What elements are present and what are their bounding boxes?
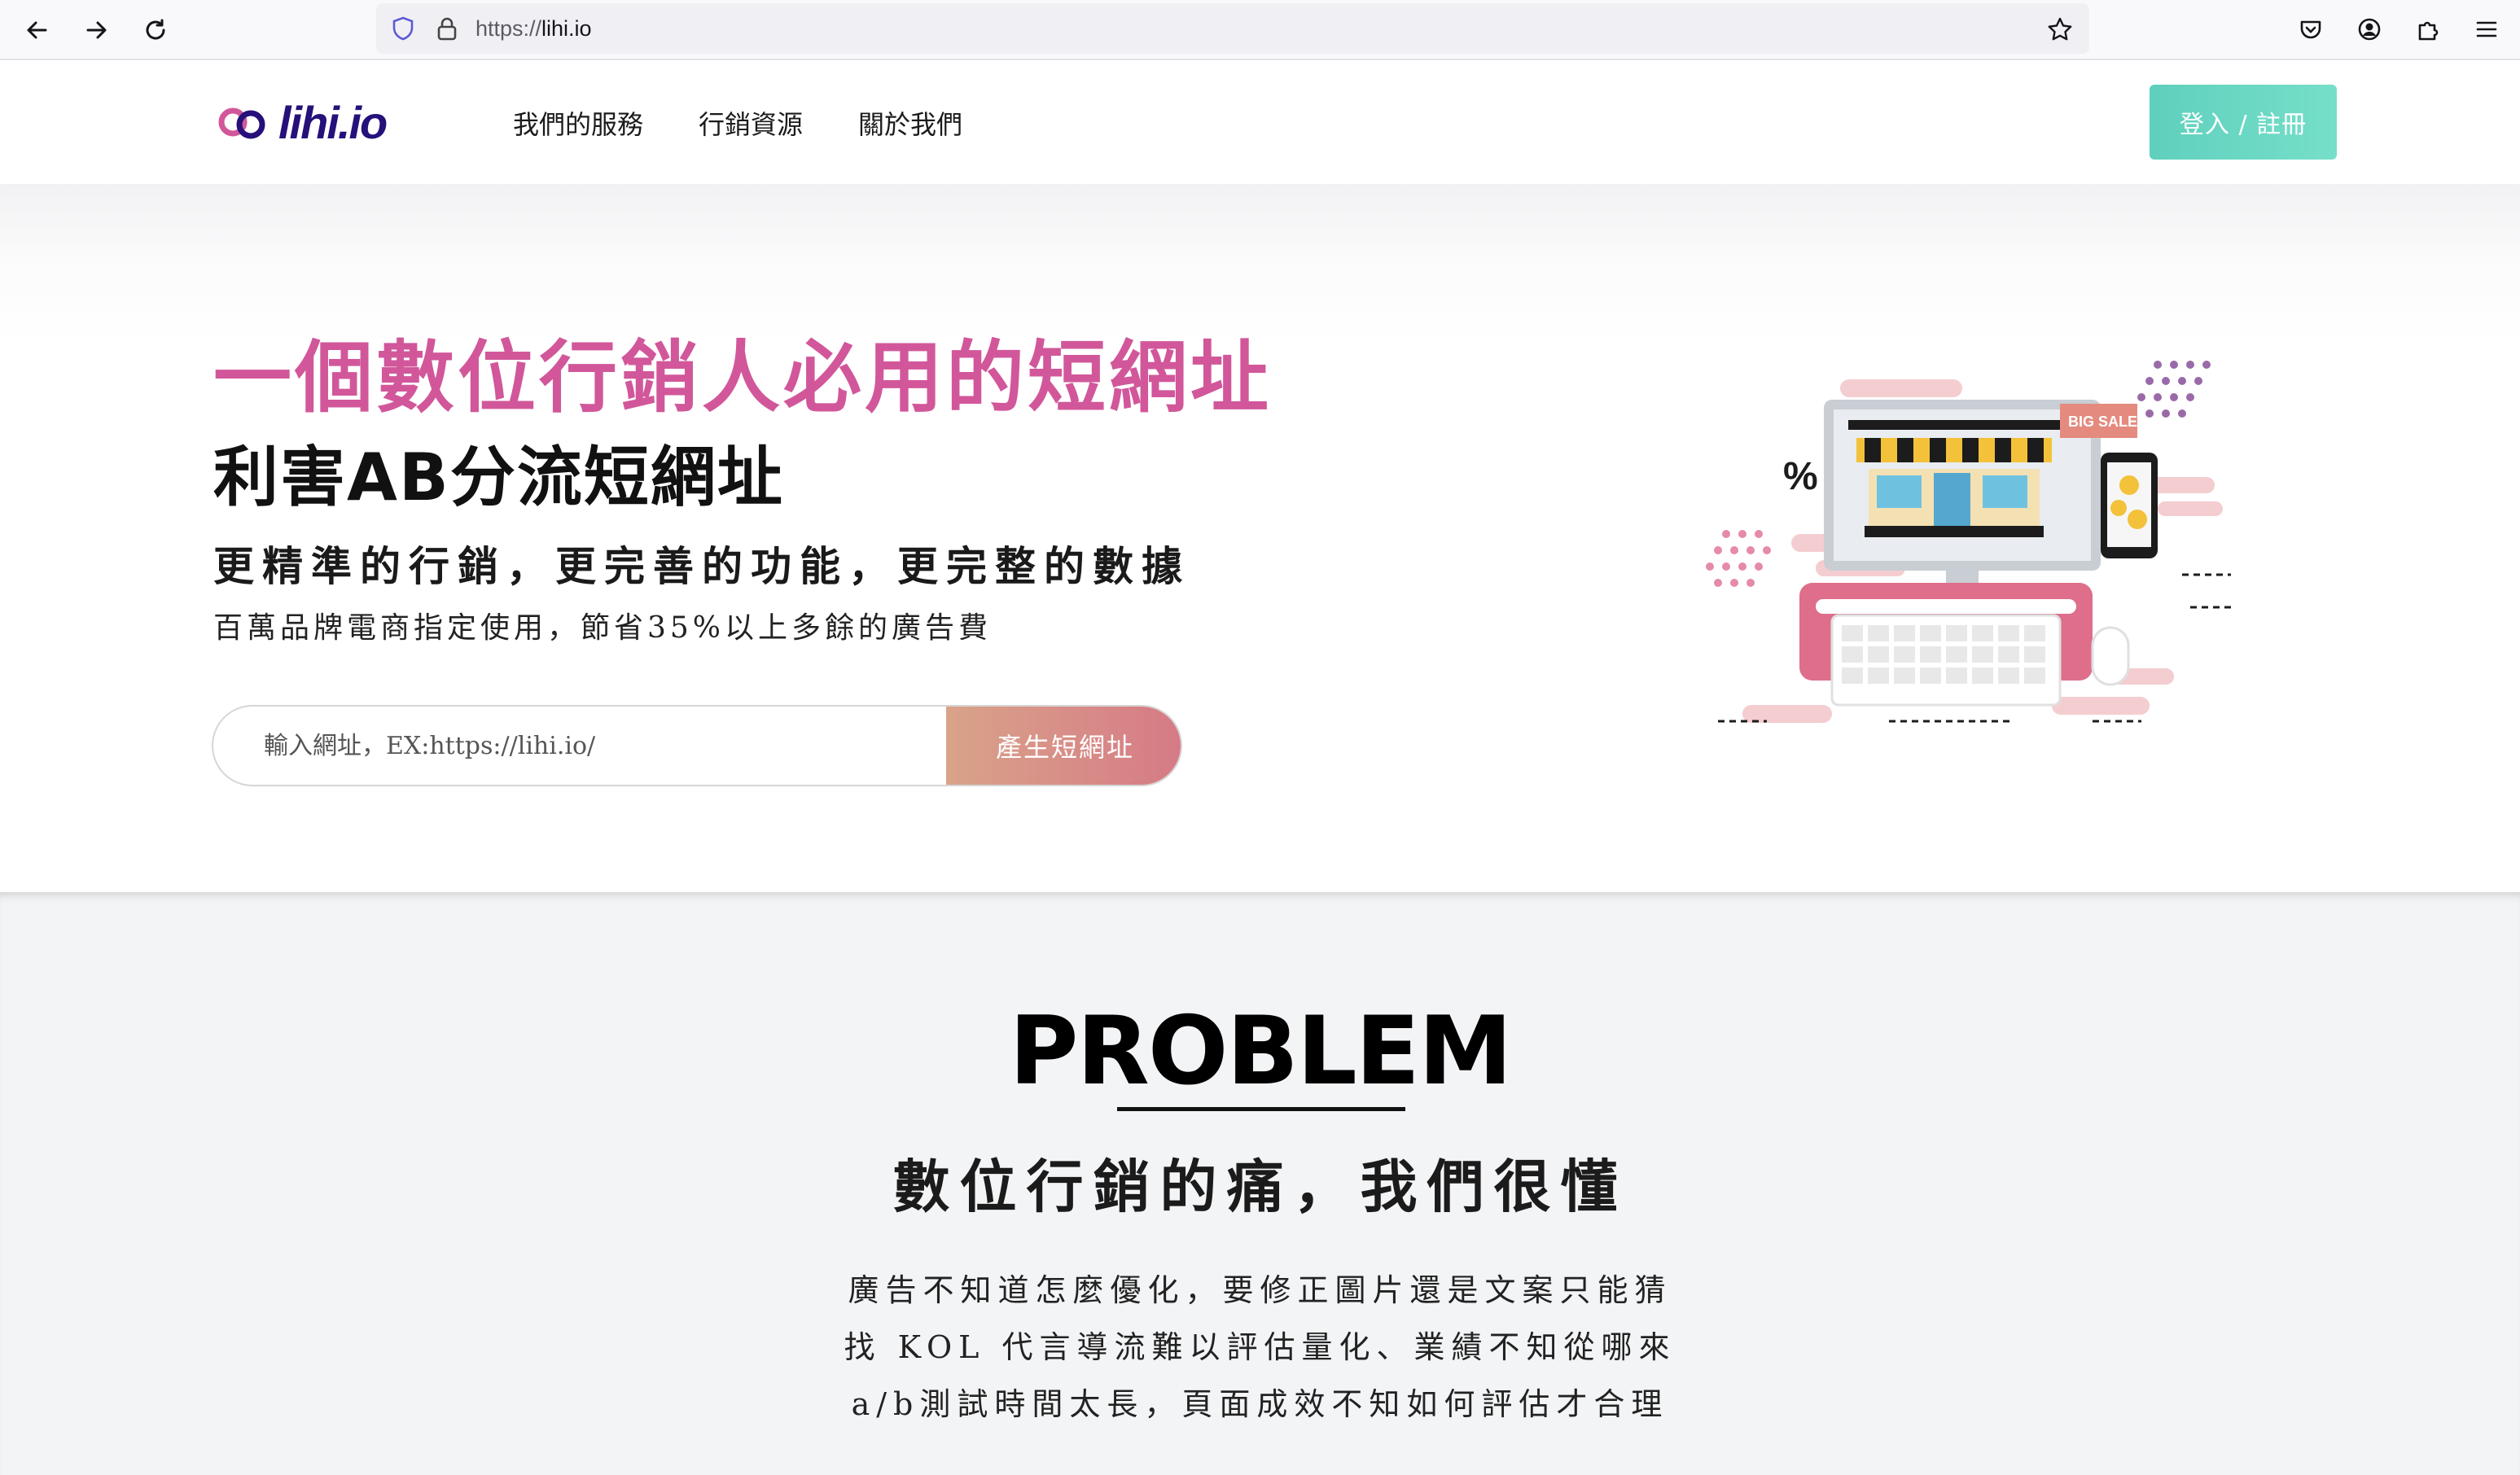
big-sale-badge: BIG SALE — [2068, 414, 2137, 430]
title-underline — [1117, 1107, 1405, 1111]
problem-section: PROBLEM 數位行銷的痛，我們很懂 廣告不知道怎麼優化，要修正圖片還是文案只… — [0, 892, 2520, 1475]
problem-line: a/b測試時間太長，頁面成效不知如何評估才合理 — [851, 1386, 1669, 1422]
generate-short-url-button[interactable]: 產生短網址 — [946, 707, 1181, 785]
reload-icon[interactable] — [135, 10, 176, 50]
account-icon[interactable] — [2353, 13, 2386, 46]
main-nav: 我們的服務 行銷資源 關於我們 — [513, 62, 962, 184]
lock-icon[interactable] — [432, 13, 462, 44]
logo-links-icon — [218, 107, 265, 139]
site-header: lihi.io 我們的服務 行銷資源 關於我們 登入 / 註冊 — [0, 62, 2520, 184]
hero-title: 一個數位行銷人必用的短網址 — [213, 332, 1272, 423]
problem-title: PROBLEM — [1009, 996, 1513, 1106]
nav-about-us[interactable]: 關於我們 — [858, 104, 962, 142]
address-bar[interactable]: https://lihi.io — [376, 3, 2089, 54]
pocket-icon[interactable] — [2294, 13, 2327, 46]
svg-text:%: % — [1783, 455, 1818, 498]
url-input[interactable] — [213, 707, 948, 785]
url-host: lihi.io — [541, 16, 592, 41]
hero-subtitle: 利害AB分流短網址 — [213, 440, 784, 515]
nav-marketing-resources[interactable]: 行銷資源 — [699, 104, 803, 142]
login-register-button[interactable]: 登入 / 註冊 — [2150, 85, 2337, 160]
nav-our-services[interactable]: 我們的服務 — [513, 104, 643, 142]
extensions-icon[interactable] — [2412, 13, 2444, 46]
star-icon[interactable] — [2044, 13, 2076, 46]
shield-icon[interactable] — [388, 13, 419, 44]
browser-toolbar: https://lihi.io — [0, 0, 2520, 60]
url-scheme: https:// — [476, 16, 542, 41]
url-text[interactable]: https://lihi.io — [476, 3, 592, 54]
back-arrow-icon[interactable] — [16, 10, 57, 50]
hero-description: 百萬品牌電商指定使用，節省35%以上多餘的廣告費 — [213, 611, 993, 645]
problem-subtitle: 數位行銷的痛，我們很懂 — [892, 1153, 1628, 1220]
problem-description: 廣告不知道怎麼優化，要修正圖片還是文案只能猜 找 KOL 代言導流難以評估量化、… — [0, 1262, 2520, 1433]
forward-arrow-icon[interactable] — [77, 10, 117, 50]
logo[interactable]: lihi.io — [217, 90, 388, 155]
logo-text: lihi.io — [278, 96, 388, 148]
hero-section: 一個數位行銷人必用的短網址 利害AB分流短網址 更精準的行銷，更完善的功能，更完… — [0, 184, 2520, 892]
hero-tagline: 更精準的行銷，更完善的功能，更完整的數據 — [213, 543, 1190, 590]
problem-line: 找 KOL 代言導流難以評估量化、業績不知從哪來 — [844, 1329, 1676, 1365]
menu-icon[interactable] — [2470, 13, 2503, 46]
shorten-url-form: 產生短網址 — [212, 705, 1182, 786]
online-shop-illustration: BIG SALE % — [1706, 361, 2231, 723]
problem-line: 廣告不知道怎麼優化，要修正圖片還是文案只能猜 — [848, 1272, 1672, 1308]
